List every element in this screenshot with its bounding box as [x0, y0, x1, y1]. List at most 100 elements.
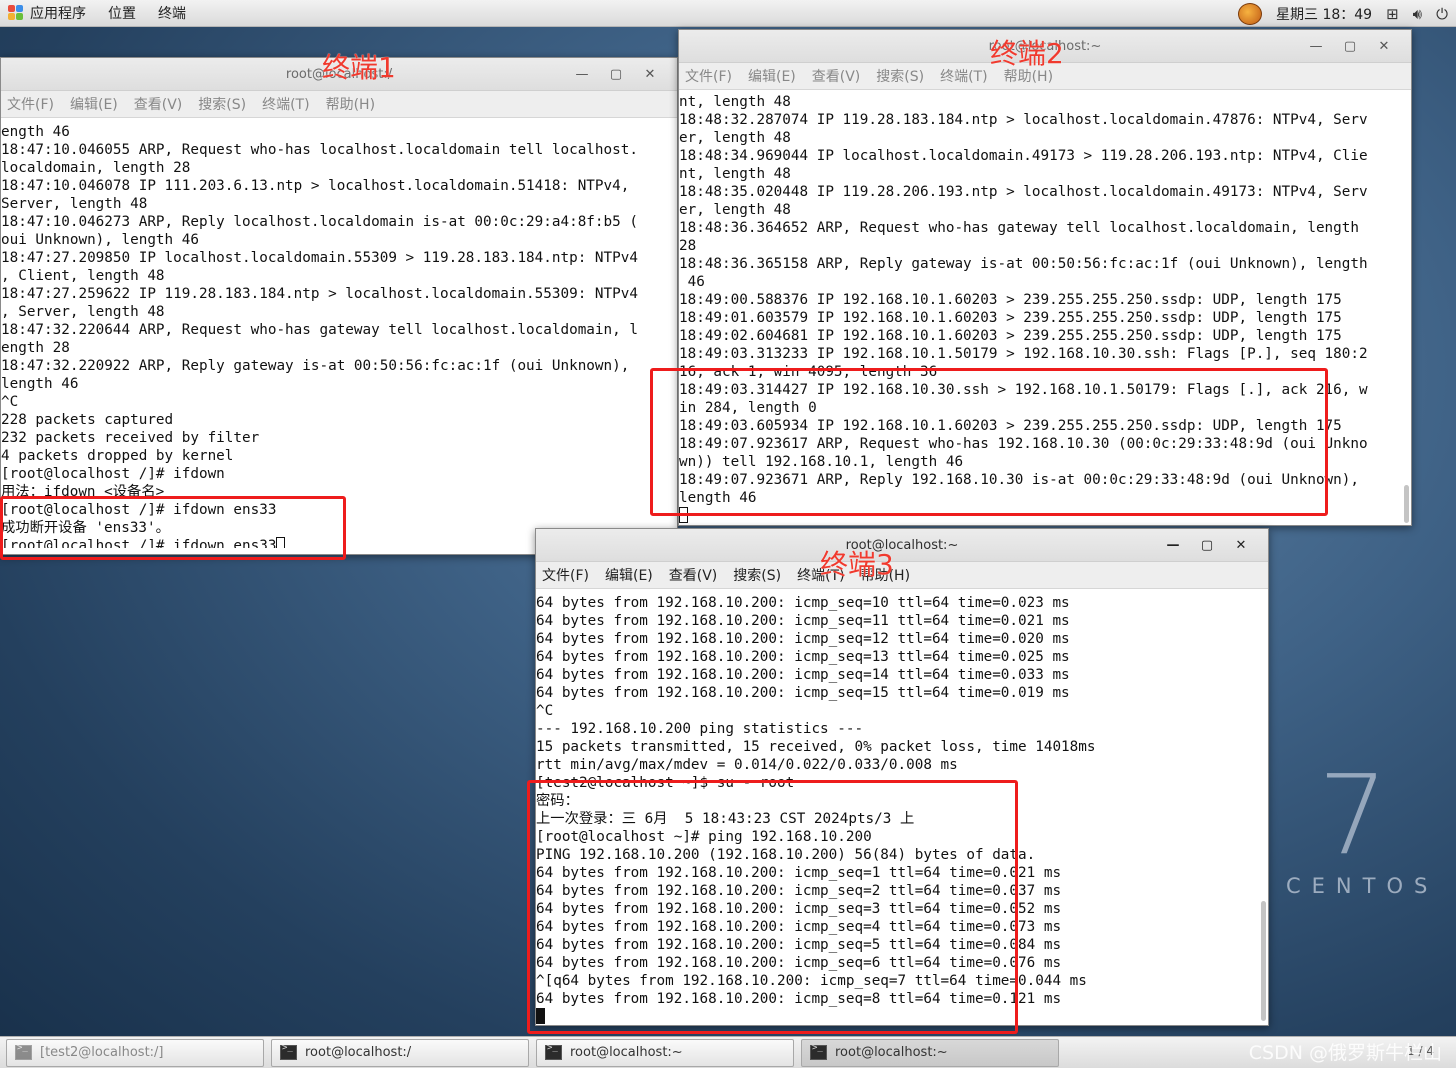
annotation-terminal-3: 终端3 [820, 548, 894, 581]
volume-icon[interactable]: 🔊︎ [1413, 5, 1422, 23]
menu-edit[interactable]: 编辑(E) [70, 94, 118, 114]
terminal-line: er, length 48 [679, 130, 791, 146]
task-window-test2[interactable]: [test2@localhost:/] [6, 1038, 264, 1067]
terminal-line: 18:49:01.603579 IP 192.168.10.1.60203 > … [679, 310, 1342, 326]
menu-search[interactable]: 搜索(S) [733, 565, 781, 585]
minimize-icon[interactable]: — [1299, 39, 1333, 54]
close-icon[interactable]: ✕ [1224, 538, 1258, 553]
terminal-icon [810, 1043, 827, 1060]
terminal-icon [15, 1043, 32, 1060]
menu-search[interactable]: 搜索(S) [876, 66, 924, 86]
terminal-line: 64 bytes from 192.168.10.200: icmp_seq=1… [536, 613, 1070, 629]
terminal-line: 18:49:02.604681 IP 192.168.10.1.60203 > … [679, 328, 1342, 344]
task-label: root@localhost:~ [570, 1045, 683, 1060]
task-window-1[interactable]: root@localhost:/ [271, 1038, 529, 1067]
menu-file[interactable]: 文件(F) [7, 94, 54, 114]
terminal-line: --- 192.168.10.200 ping statistics --- [536, 721, 864, 737]
terminal-line: 18:47:32.220922 ARP, Reply gateway is-at… [1, 358, 630, 374]
terminal-line: 64 bytes from 192.168.10.200: icmp_seq=1… [536, 595, 1070, 611]
terminal-line: 64 bytes from 192.168.10.200: icmp_seq=1… [536, 685, 1070, 701]
centos-logo-seven: 7 [1318, 751, 1388, 879]
terminal-line: ^C [1, 394, 19, 410]
system-tray-icon[interactable] [1238, 2, 1262, 25]
terminal-line: , Client, length 48 [1, 268, 165, 284]
window-3-titlebar[interactable]: root@localhost:~ — ▢ ✕ [536, 529, 1268, 562]
watermark: CSDN @俄罗斯牛栏山 [1248, 1042, 1442, 1064]
terminal-line: 4 packets dropped by kernel [1, 448, 234, 464]
taskbar: [test2@localhost:/] root@localhost:/ roo… [0, 1036, 1456, 1068]
maximize-icon[interactable]: ▢ [1190, 538, 1224, 553]
terminal-line: ^C [536, 703, 554, 719]
terminal-line: localdomain, length 28 [1, 160, 191, 176]
applications-menu[interactable]: 应用程序 [8, 3, 86, 23]
minimize-icon[interactable]: — [1156, 538, 1190, 553]
terminal-line: , Server, length 48 [1, 304, 165, 320]
network-icon[interactable]: ⊞ [1386, 5, 1399, 23]
minimize-icon[interactable]: — [565, 67, 599, 82]
menu-edit[interactable]: 编辑(E) [605, 565, 653, 585]
places-menu[interactable]: 位置 [108, 3, 136, 23]
maximize-icon[interactable]: ▢ [1333, 39, 1367, 54]
menu-view[interactable]: 查看(V) [134, 94, 183, 114]
terminal-line: 18:47:27.209850 IP localhost.localdomain… [1, 250, 638, 266]
terminal-line: 64 bytes from 192.168.10.200: icmp_seq=1… [536, 667, 1070, 683]
terminal-line: 18:47:10.046055 ARP, Request who-has loc… [1, 142, 638, 158]
terminal-line: oui Unknown), length 46 [1, 232, 199, 248]
terminal-line: rtt min/avg/max/mdev = 0.014/0.022/0.033… [536, 757, 958, 773]
highlight-box-1 [0, 496, 346, 560]
terminal-line: 18:48:34.969044 IP localhost.localdomain… [679, 148, 1368, 164]
menu-file[interactable]: 文件(F) [542, 565, 589, 585]
menu-edit[interactable]: 编辑(E) [748, 66, 796, 86]
terminal-output-1[interactable]: ength 46 18:47:10.046055 ARP, Request who… [1, 118, 677, 548]
terminal-line: 64 bytes from 192.168.10.200: icmp_seq=1… [536, 649, 1070, 665]
terminal-line: length 46 [1, 376, 79, 392]
applications-icon [8, 5, 24, 21]
terminal-line: ength 28 [1, 340, 70, 356]
terminal-line: 18:48:35.020448 IP 119.28.206.193.ntp > … [679, 184, 1368, 200]
terminal-line: 18:47:10.046273 ARP, Reply localhost.loc… [1, 214, 638, 230]
menu-search[interactable]: 搜索(S) [198, 94, 246, 114]
window-3-scrollbar[interactable] [1261, 901, 1266, 1021]
task-label: [test2@localhost:/] [40, 1045, 164, 1060]
terminal-line: 18:48:32.287074 IP 119.28.183.184.ntp > … [679, 112, 1368, 128]
menu-view[interactable]: 查看(V) [812, 66, 861, 86]
menu-terminal[interactable]: 终端(T) [940, 66, 987, 86]
close-icon[interactable]: ✕ [633, 67, 667, 82]
menu-view[interactable]: 查看(V) [669, 565, 718, 585]
highlight-box-3 [527, 780, 1018, 1034]
clock[interactable]: 星期三 18：49 [1276, 4, 1372, 24]
annotation-terminal-2: 终端2 [990, 37, 1064, 70]
terminal-line: 28 [679, 238, 697, 254]
terminal-line: 15 packets transmitted, 15 received, 0% … [536, 739, 1096, 755]
menu-terminal[interactable]: 终端(T) [262, 94, 309, 114]
terminal-line: nt, length 48 [679, 166, 791, 182]
terminal-line: 228 packets captured [1, 412, 174, 428]
task-window-3[interactable]: root@localhost:~ [801, 1038, 1059, 1067]
window-2-scrollbar[interactable] [1404, 485, 1409, 523]
terminal-line: 18:47:10.046078 IP 111.203.6.13.ntp > lo… [1, 178, 630, 194]
window-3-menubar: 文件(F) 编辑(E) 查看(V) 搜索(S) 终端(T) 帮助(H) [536, 562, 1268, 589]
terminal-line: 64 bytes from 192.168.10.200: icmp_seq=1… [536, 631, 1070, 647]
window-1-menubar: 文件(F) 编辑(E) 查看(V) 搜索(S) 终端(T) 帮助(H) [1, 91, 677, 118]
terminal-window-1[interactable]: root@localhost:/ — ▢ ✕ 文件(F) 编辑(E) 查看(V)… [0, 57, 678, 555]
terminal-line: ength 46 [1, 124, 70, 140]
terminal-line: [root@localhost /]# ifdown [1, 466, 225, 482]
applications-label: 应用程序 [30, 6, 86, 22]
maximize-icon[interactable]: ▢ [599, 67, 633, 82]
highlight-box-2 [650, 368, 1328, 516]
terminal-icon [545, 1043, 562, 1060]
terminal-line: nt, length 48 [679, 94, 791, 110]
terminal-line: 18:47:27.259622 IP 119.28.183.184.ntp > … [1, 286, 638, 302]
terminal-line: 18:48:36.365158 ARP, Reply gateway is-at… [679, 256, 1368, 272]
menu-file[interactable]: 文件(F) [685, 66, 732, 86]
power-icon[interactable]: ⏻ [1436, 5, 1448, 23]
task-window-2[interactable]: root@localhost:~ [536, 1038, 794, 1067]
terminal-line: 46 [679, 274, 705, 290]
terminal-menu[interactable]: 终端 [158, 3, 186, 23]
terminal-line: 18:48:36.364652 ARP, Request who-has gat… [679, 220, 1359, 236]
terminal-line: 18:47:32.220644 ARP, Request who-has gat… [1, 322, 638, 338]
terminal-line: 18:49:00.588376 IP 192.168.10.1.60203 > … [679, 292, 1342, 308]
close-icon[interactable]: ✕ [1367, 39, 1401, 54]
terminal-line: 18:49:03.313233 IP 192.168.10.1.50179 > … [679, 346, 1368, 362]
menu-help[interactable]: 帮助(H) [326, 94, 375, 114]
